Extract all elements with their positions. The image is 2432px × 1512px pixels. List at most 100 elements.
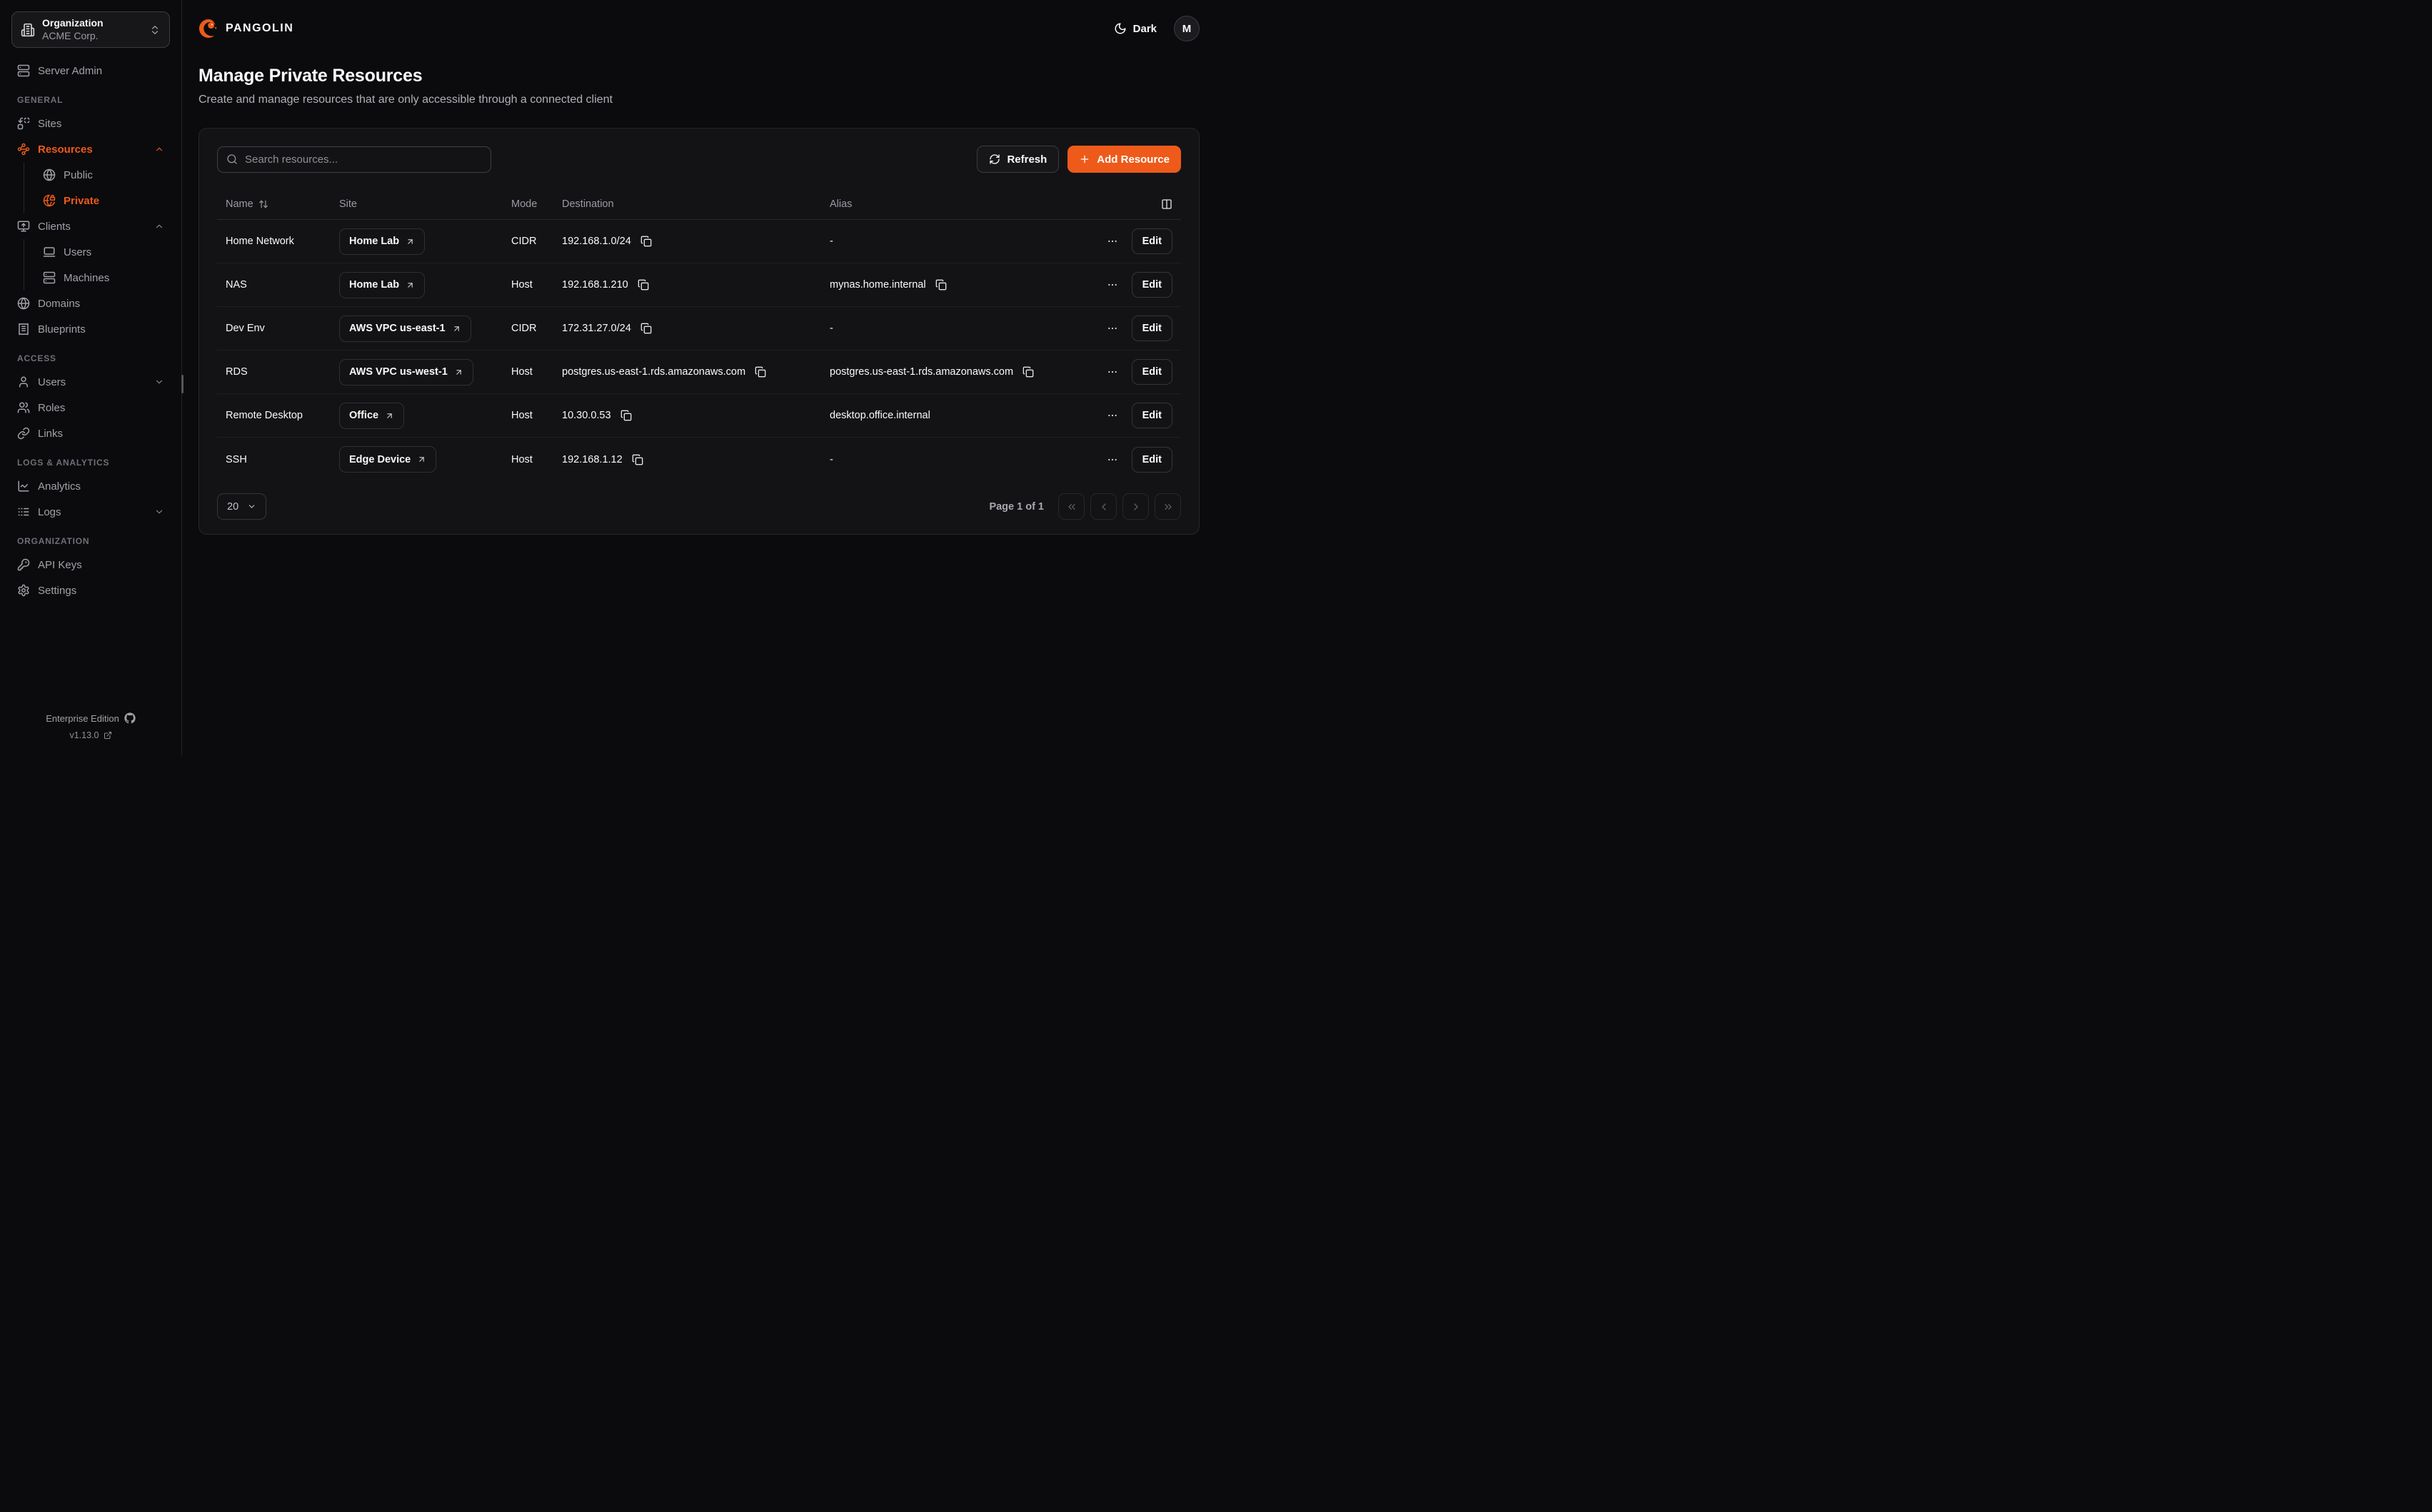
row-menu-button[interactable] bbox=[1104, 363, 1121, 380]
sidebar-item-label: API Keys bbox=[38, 559, 82, 571]
last-page-button[interactable] bbox=[1155, 493, 1181, 520]
table-row: Remote Desktop Office Host 10.30.0.53 de… bbox=[217, 394, 1181, 438]
edit-button[interactable]: Edit bbox=[1132, 272, 1172, 298]
row-mode: Host bbox=[511, 366, 533, 378]
sidebar-scrollbar-thumb[interactable] bbox=[181, 375, 184, 393]
edit-button[interactable]: Edit bbox=[1132, 359, 1172, 385]
sidebar-item-label: Clients bbox=[38, 221, 71, 233]
site-link[interactable]: Home Lab bbox=[339, 272, 425, 298]
chevron-up-icon bbox=[154, 144, 164, 154]
sidebar-item-users[interactable]: Users bbox=[11, 369, 170, 395]
sidebar-item-analytics[interactable]: Analytics bbox=[11, 473, 170, 499]
ellipsis-icon bbox=[1107, 410, 1118, 421]
edit-button[interactable]: Edit bbox=[1132, 403, 1172, 428]
chevrons-left-icon bbox=[1066, 501, 1077, 513]
row-name: Dev Env bbox=[226, 323, 265, 334]
add-resource-button[interactable]: Add Resource bbox=[1067, 146, 1181, 173]
sidebar-item-label: Logs bbox=[38, 506, 61, 518]
section-logs-analytics: LOGS & ANALYTICS bbox=[17, 458, 164, 468]
row-mode: Host bbox=[511, 454, 533, 465]
row-alias: - bbox=[830, 236, 833, 247]
sidebar-item-label: Settings bbox=[38, 585, 76, 597]
chart-line-icon bbox=[17, 480, 30, 493]
avatar[interactable]: M bbox=[1174, 16, 1200, 41]
chevron-left-icon bbox=[1098, 501, 1110, 513]
sidebar-item-settings[interactable]: Settings bbox=[11, 578, 170, 603]
github-icon[interactable] bbox=[124, 712, 136, 724]
edit-button[interactable]: Edit bbox=[1132, 447, 1172, 473]
sidebar-item-clients[interactable]: Clients bbox=[11, 213, 170, 239]
refresh-button[interactable]: Refresh bbox=[977, 146, 1059, 173]
sidebar-footer: Enterprise Edition v1.13.0 bbox=[11, 712, 170, 743]
destination-copy-button[interactable] bbox=[636, 278, 650, 292]
arrow-up-right-icon bbox=[406, 237, 415, 246]
destination-copy-button[interactable] bbox=[630, 453, 645, 467]
sites-icon bbox=[17, 117, 30, 130]
sort-icon[interactable] bbox=[258, 199, 268, 209]
site-tag-label: AWS VPC us-east-1 bbox=[349, 323, 446, 334]
sidebar-item-links[interactable]: Links bbox=[11, 420, 170, 446]
sidebar-item-domains[interactable]: Domains bbox=[11, 291, 170, 316]
topbar: PANGOLIN Dark M bbox=[199, 16, 1200, 41]
sidebar-item-api-keys[interactable]: API Keys bbox=[11, 552, 170, 578]
row-alias: mynas.home.internal bbox=[830, 279, 926, 291]
sidebar-item-client-users[interactable]: Users bbox=[24, 239, 170, 265]
sidebar-item-label: Analytics bbox=[38, 480, 81, 493]
sidebar-item-label: Domains bbox=[38, 298, 80, 310]
link-icon bbox=[17, 427, 30, 440]
edit-button[interactable]: Edit bbox=[1132, 316, 1172, 341]
page-size-select[interactable]: 20 bbox=[217, 493, 266, 520]
destination-copy-button[interactable] bbox=[753, 365, 768, 379]
theme-toggle[interactable]: Dark bbox=[1114, 22, 1157, 35]
first-page-button[interactable] bbox=[1058, 493, 1085, 520]
row-mode: Host bbox=[511, 279, 533, 291]
row-menu-button[interactable] bbox=[1104, 407, 1121, 424]
row-menu-button[interactable] bbox=[1104, 276, 1121, 293]
section-general: GENERAL bbox=[17, 95, 164, 105]
column-visibility-button[interactable] bbox=[1161, 198, 1172, 210]
site-link[interactable]: AWS VPC us-east-1 bbox=[339, 316, 471, 342]
alias-copy-button[interactable] bbox=[1021, 365, 1035, 379]
row-menu-button[interactable] bbox=[1104, 451, 1121, 468]
key-icon bbox=[17, 558, 30, 571]
column-alias: Alias bbox=[830, 198, 852, 210]
brand[interactable]: PANGOLIN bbox=[199, 19, 293, 39]
sidebar-item-private[interactable]: Private bbox=[24, 188, 170, 213]
edit-button[interactable]: Edit bbox=[1132, 228, 1172, 254]
sidebar-item-resources[interactable]: Resources bbox=[11, 136, 170, 162]
sidebar-item-logs[interactable]: Logs bbox=[11, 499, 170, 525]
sidebar-item-server-admin[interactable]: Server Admin bbox=[11, 58, 170, 84]
sidebar-item-sites[interactable]: Sites bbox=[11, 111, 170, 136]
next-page-button[interactable] bbox=[1122, 493, 1149, 520]
site-link[interactable]: Home Lab bbox=[339, 228, 425, 255]
user-icon bbox=[17, 376, 30, 388]
destination-copy-button[interactable] bbox=[639, 321, 653, 336]
version-line[interactable]: v1.13.0 bbox=[69, 730, 111, 740]
sidebar-item-public[interactable]: Public bbox=[24, 162, 170, 188]
ellipsis-icon bbox=[1107, 236, 1118, 247]
row-menu-button[interactable] bbox=[1104, 233, 1121, 250]
search-icon bbox=[226, 153, 238, 165]
copy-icon bbox=[935, 279, 947, 291]
arrow-up-right-icon bbox=[385, 411, 394, 420]
sidebar-item-blueprints[interactable]: Blueprints bbox=[11, 316, 170, 342]
row-alias: - bbox=[830, 454, 833, 465]
site-link[interactable]: Office bbox=[339, 403, 404, 429]
destination-copy-button[interactable] bbox=[619, 408, 633, 423]
sidebar-item-machines[interactable]: Machines bbox=[24, 265, 170, 291]
column-mode: Mode bbox=[511, 198, 537, 210]
destination-copy-button[interactable] bbox=[639, 234, 653, 248]
prev-page-button[interactable] bbox=[1090, 493, 1117, 520]
page-head: Manage Private Resources Create and mana… bbox=[199, 66, 1200, 106]
copy-icon bbox=[1022, 366, 1034, 378]
site-link[interactable]: AWS VPC us-west-1 bbox=[339, 359, 473, 385]
search-input[interactable] bbox=[245, 153, 482, 166]
site-link[interactable]: Edge Device bbox=[339, 446, 436, 473]
row-name: SSH bbox=[226, 454, 247, 465]
sidebar-item-roles[interactable]: Roles bbox=[11, 395, 170, 420]
org-selector[interactable]: Organization ACME Corp. bbox=[11, 11, 170, 48]
site-tag-label: Edge Device bbox=[349, 454, 411, 465]
alias-copy-button[interactable] bbox=[934, 278, 948, 292]
blueprint-icon bbox=[17, 323, 30, 336]
row-menu-button[interactable] bbox=[1104, 320, 1121, 337]
